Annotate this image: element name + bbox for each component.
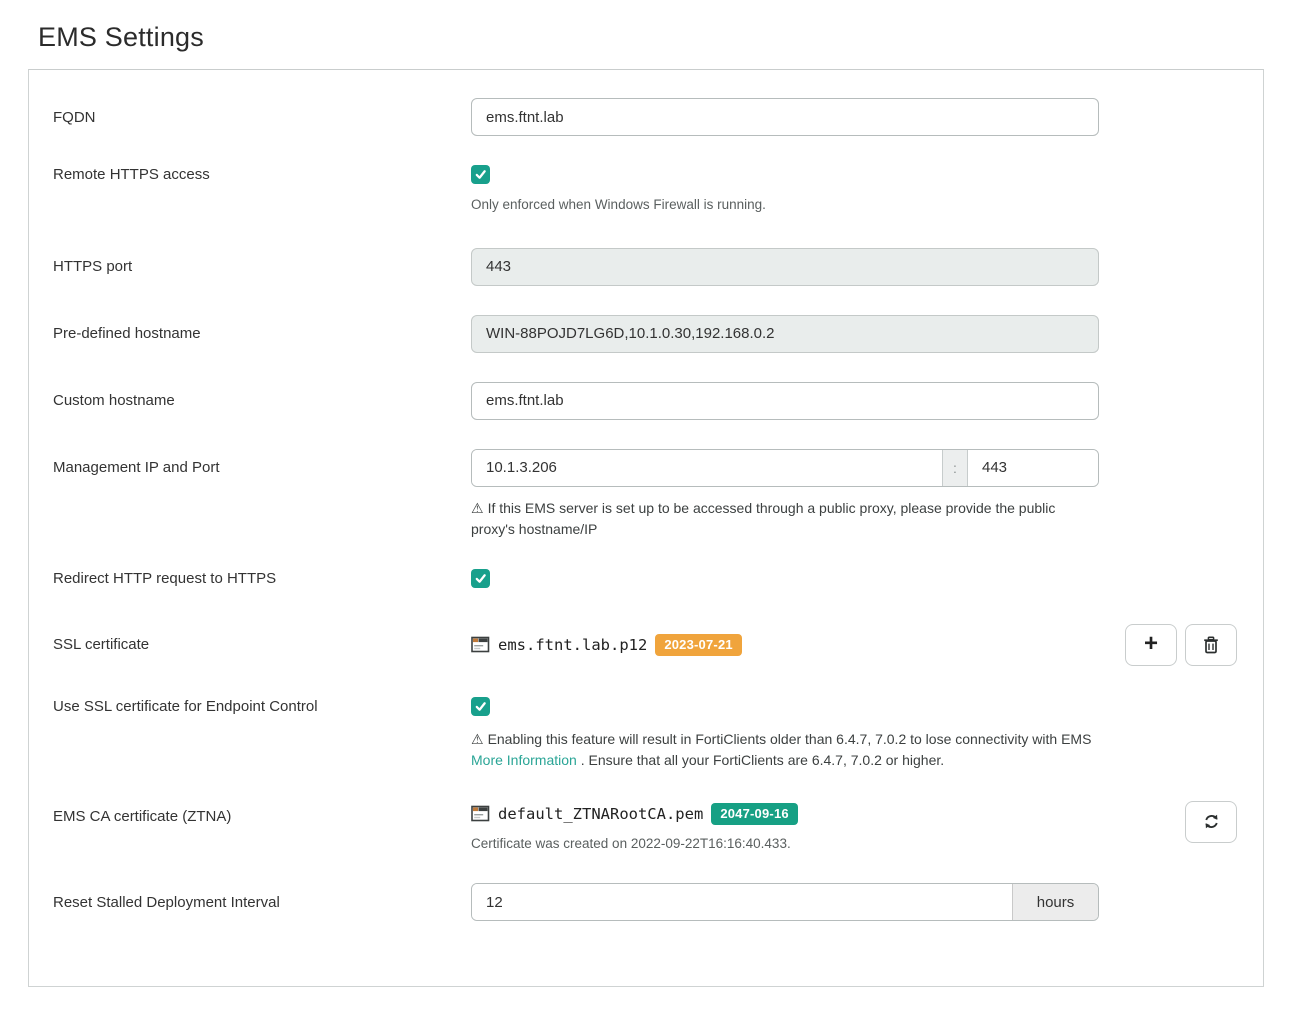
field-row-remote-https: Remote HTTPS access Only enforced when W… xyxy=(53,165,1239,215)
redirect-http-checkbox[interactable] xyxy=(471,569,490,588)
custom-hostname-input[interactable] xyxy=(471,382,1099,420)
checkmark-icon xyxy=(474,168,487,181)
settings-panel: FQDN Remote HTTPS access Only enforced w… xyxy=(28,69,1264,987)
field-row-https-port: HTTPS port xyxy=(53,248,1239,286)
warning-icon: ⚠ xyxy=(471,731,484,747)
hours-unit-addon: hours xyxy=(1012,884,1098,920)
field-row-fqdn: FQDN xyxy=(53,98,1239,136)
management-ip-port-group: : xyxy=(471,449,1099,487)
ems-ca-expiry-badge: 2047-09-16 xyxy=(711,803,798,825)
field-row-ems-ca-certificate: EMS CA certificate (ZTNA) default_ZTNARo… xyxy=(53,803,1239,854)
remote-https-checkbox[interactable] xyxy=(471,165,490,184)
field-row-reset-interval: Reset Stalled Deployment Interval hours xyxy=(53,883,1239,921)
ems-settings-page: EMS Settings FQDN Remote HTTPS access On… xyxy=(0,0,1290,987)
use-ssl-endpoint-checkbox[interactable] xyxy=(471,697,490,716)
warning-icon: ⚠ xyxy=(471,500,484,516)
ip-port-separator: : xyxy=(942,450,968,486)
more-information-link[interactable]: More Information xyxy=(471,752,577,768)
checkmark-icon xyxy=(474,572,487,585)
https-port-input xyxy=(471,248,1099,286)
ems-ca-certificate-filename: default_ZTNARootCA.pem xyxy=(498,805,703,823)
certificate-icon xyxy=(471,805,490,822)
management-ip-port-label: Management IP and Port xyxy=(53,449,471,476)
https-port-label: HTTPS port xyxy=(53,258,471,275)
ssl-certificate-filename: ems.ftnt.lab.p12 xyxy=(498,636,647,654)
delete-certificate-button[interactable] xyxy=(1185,624,1237,666)
ems-ca-certificate-label: EMS CA certificate (ZTNA) xyxy=(53,803,471,825)
plus-icon: + xyxy=(1144,632,1158,656)
reset-interval-input[interactable] xyxy=(472,884,1012,920)
use-ssl-endpoint-label: Use SSL certificate for Endpoint Control xyxy=(53,697,471,715)
ssl-certificate-expiry-badge: 2023-07-21 xyxy=(655,634,742,656)
refresh-certificate-button[interactable] xyxy=(1185,801,1237,843)
refresh-icon xyxy=(1203,813,1220,830)
reset-interval-label: Reset Stalled Deployment Interval xyxy=(53,894,471,911)
ems-ca-created-help: Certificate was created on 2022-09-22T16… xyxy=(471,834,1099,854)
management-proxy-warning-text: If this EMS server is set up to be acces… xyxy=(471,500,1055,537)
forticlient-compat-warning: ⚠Enabling this feature will result in Fo… xyxy=(471,729,1099,771)
field-row-custom-hostname: Custom hostname xyxy=(53,382,1239,420)
management-ip-input[interactable] xyxy=(472,450,942,486)
management-port-input[interactable] xyxy=(968,450,1098,486)
predefined-hostname-input xyxy=(471,315,1099,353)
predefined-hostname-label: Pre-defined hostname xyxy=(53,325,471,342)
remote-https-label: Remote HTTPS access xyxy=(53,165,471,183)
field-row-ssl-certificate: SSL certificate ems.ftnt.lab.p12 2023-07… xyxy=(53,624,1239,666)
forticlient-warning-before: Enabling this feature will result in For… xyxy=(488,731,1092,747)
field-row-predefined-hostname: Pre-defined hostname xyxy=(53,315,1239,353)
field-row-use-ssl-endpoint: Use SSL certificate for Endpoint Control… xyxy=(53,697,1239,771)
remote-https-help: Only enforced when Windows Firewall is r… xyxy=(471,195,1099,215)
fqdn-input[interactable] xyxy=(471,98,1099,136)
reset-interval-group: hours xyxy=(471,883,1099,921)
add-certificate-button[interactable]: + xyxy=(1125,624,1177,666)
management-proxy-warning: ⚠If this EMS server is set up to be acce… xyxy=(471,498,1099,540)
redirect-http-label: Redirect HTTP request to HTTPS xyxy=(53,569,471,587)
checkmark-icon xyxy=(474,700,487,713)
page-title: EMS Settings xyxy=(38,22,1290,53)
trash-icon xyxy=(1203,636,1219,654)
forticlient-warning-after: . Ensure that all your FortiClients are … xyxy=(577,752,944,768)
ssl-certificate-label: SSL certificate xyxy=(53,636,471,653)
fqdn-label: FQDN xyxy=(53,109,471,126)
field-row-redirect-http: Redirect HTTP request to HTTPS xyxy=(53,569,1239,590)
certificate-icon xyxy=(471,636,490,653)
field-row-management-ip-port: Management IP and Port : ⚠If this EMS se… xyxy=(53,449,1239,540)
custom-hostname-label: Custom hostname xyxy=(53,392,471,409)
